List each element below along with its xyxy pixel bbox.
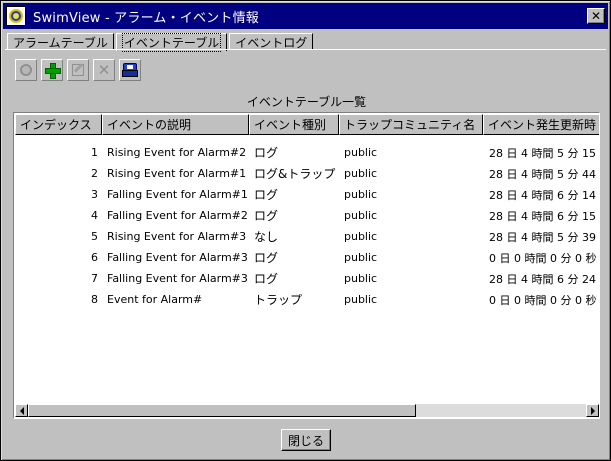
cell-community: public — [344, 293, 378, 306]
tab-label: イベントログ — [235, 35, 308, 50]
cell-index: 5 — [91, 230, 98, 243]
cell-time: 0 日 0 時間 0 分 0 秒 — [489, 251, 597, 265]
close-button[interactable]: 閉じる — [281, 429, 331, 451]
cell-type: ログ — [254, 146, 279, 160]
print-icon — [122, 62, 138, 78]
table-row[interactable]: 4 Falling Event for Alarm#2 ログ public 28… — [15, 205, 599, 226]
plus-icon — [45, 63, 61, 79]
table-header: インデックス イベントの説明 イベント種別 トラップコミュニティ名 イベント発生… — [15, 114, 599, 135]
column-header-time[interactable]: イベント発生更新時 — [483, 114, 599, 135]
cell-type: ログ&トラップ — [254, 167, 336, 181]
table-row[interactable]: 8 Event for Alarm# トラップ public 0 日 0 時間 … — [15, 289, 599, 310]
cell-description: Rising Event for Alarm#1 — [107, 167, 247, 180]
swimview-window: SwimView - アラーム・イベント情報 ✕ アラームテーブル イベントテー… — [0, 0, 611, 461]
cell-time: 28 日 4 時間 5 分 39 — [489, 230, 596, 244]
table-row[interactable]: 7 Falling Event for Alarm#3 ログ public 28… — [15, 268, 599, 289]
arrow-right-icon — [590, 406, 595, 415]
tab-alarm-table[interactable]: アラームテーブル — [7, 33, 114, 50]
title-bar[interactable]: SwimView - アラーム・イベント情報 ✕ — [3, 3, 608, 29]
cell-time: 28 日 4 時間 5 分 44 — [489, 167, 596, 181]
event-table: インデックス イベントの説明 イベント種別 トラップコミュニティ名 イベント発生… — [13, 112, 600, 419]
cell-description: Rising Event for Alarm#3 — [107, 230, 247, 243]
cell-time: 0 日 0 時間 0 分 0 秒 — [489, 293, 597, 307]
list-title: イベントテーブル一覧 — [246, 95, 367, 109]
cell-index: 6 — [91, 251, 98, 264]
close-icon: ✕ — [590, 9, 602, 23]
tab-label: アラームテーブル — [13, 35, 108, 50]
tab-bar: アラームテーブル イベントテーブル イベントログ — [7, 32, 315, 52]
cell-time: 28 日 4 時間 6 分 24 — [489, 272, 596, 286]
delete-icon: ✕ — [97, 60, 111, 79]
table-row[interactable]: 6 Falling Event for Alarm#3 ログ public 0 … — [15, 247, 599, 268]
properties-button[interactable] — [15, 59, 37, 81]
cell-type: なし — [254, 230, 279, 244]
cell-community: public — [344, 272, 378, 285]
table-row[interactable]: 5 Rising Event for Alarm#3 なし public 28 … — [15, 226, 599, 247]
cell-type: ログ — [254, 272, 279, 286]
cell-community: public — [344, 251, 378, 264]
edit-button[interactable] — [67, 59, 89, 81]
cell-description: Rising Event for Alarm#2 — [107, 146, 247, 159]
add-button[interactable] — [41, 59, 63, 81]
column-header-community[interactable]: トラップコミュニティ名 — [339, 114, 483, 135]
cell-index: 3 — [91, 188, 98, 201]
horizontal-scrollbar[interactable] — [15, 404, 599, 417]
cell-type: ログ — [254, 251, 279, 265]
table-row[interactable]: 1 Rising Event for Alarm#2 ログ public 28 … — [15, 142, 599, 163]
cell-community: public — [344, 167, 378, 180]
cell-time: 28 日 4 時間 6 分 15 — [489, 209, 596, 223]
scrollbar-thumb[interactable] — [28, 404, 416, 417]
column-header-index[interactable]: インデックス — [15, 114, 102, 135]
cell-type: ログ — [254, 209, 279, 223]
window-title: SwimView - アラーム・イベント情報 — [33, 10, 259, 26]
arrow-left-icon — [19, 406, 24, 415]
cell-index: 8 — [91, 293, 98, 306]
cell-description: Falling Event for Alarm#3 — [107, 272, 248, 285]
cell-description: Falling Event for Alarm#1 — [107, 188, 248, 201]
cell-community: public — [344, 230, 378, 243]
cell-time: 28 日 4 時間 5 分 15 — [489, 146, 596, 160]
edit-icon — [72, 64, 84, 76]
scroll-right-button[interactable] — [586, 404, 599, 417]
window-close-button[interactable]: ✕ — [587, 8, 605, 24]
column-header-type[interactable]: イベント種別 — [249, 114, 339, 135]
cell-description: Falling Event for Alarm#2 — [107, 209, 248, 222]
cell-type: トラップ — [254, 293, 303, 307]
cell-community: public — [344, 146, 378, 159]
cell-community: public — [344, 188, 378, 201]
table-viewport: インデックス イベントの説明 イベント種別 トラップコミュニティ名 イベント発生… — [15, 114, 599, 405]
cell-time: 28 日 4 時間 6 分 14 — [489, 188, 596, 202]
cell-type: ログ — [254, 188, 279, 202]
gear-icon — [20, 64, 32, 76]
scroll-left-button[interactable] — [15, 404, 28, 417]
cell-index: 2 — [91, 167, 98, 180]
app-logo-icon — [6, 6, 26, 26]
cell-description: Falling Event for Alarm#3 — [107, 251, 248, 264]
cell-index: 4 — [91, 209, 98, 222]
delete-button[interactable]: ✕ — [93, 59, 115, 81]
cell-community: public — [344, 209, 378, 222]
cell-index: 7 — [91, 272, 98, 285]
tab-panel-divider — [5, 49, 606, 50]
table-row[interactable]: 3 Falling Event for Alarm#1 ログ public 28… — [15, 184, 599, 205]
cell-index: 1 — [91, 146, 98, 159]
column-header-description[interactable]: イベントの説明 — [102, 114, 249, 135]
cell-description: Event for Alarm# — [107, 293, 203, 306]
print-button[interactable] — [119, 59, 141, 81]
tab-event-log[interactable]: イベントログ — [229, 33, 314, 50]
table-row[interactable]: 2 Rising Event for Alarm#1 ログ&トラップ publi… — [15, 163, 599, 184]
toolbar: ✕ — [15, 59, 141, 81]
table-body: 1 Rising Event for Alarm#2 ログ public 28 … — [15, 142, 599, 310]
